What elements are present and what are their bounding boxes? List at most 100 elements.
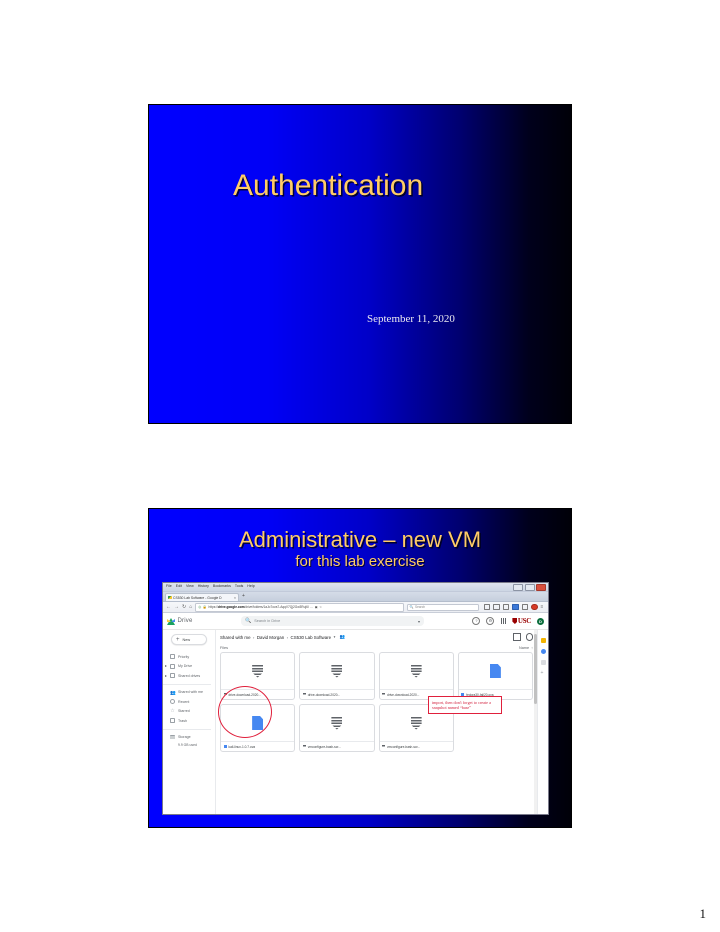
tab-cs530-lab-software[interactable]: CS530 Lab Software - Google D ×	[165, 593, 239, 601]
sidebar-item-shared-drives[interactable]: Shared drives	[163, 671, 215, 681]
window-controls	[513, 584, 546, 591]
minimize-button[interactable]	[513, 584, 523, 591]
menu-help[interactable]: Help	[247, 584, 254, 588]
file-name: vmconfigure-bash-scr...	[387, 744, 421, 749]
sidebar-item-recent[interactable]: Recent	[163, 697, 215, 707]
avatar[interactable]: D	[537, 617, 544, 625]
sidebar-item-my-drive[interactable]: My Drive	[163, 662, 215, 672]
drive-search-input[interactable]: 🔍 Search in Drive ▾	[241, 616, 424, 626]
tab-close-icon[interactable]: ×	[234, 596, 236, 600]
browser-menu-bar: File Edit View History Bookmarks Tools H…	[163, 583, 548, 592]
sidebar-item-shared-with-me[interactable]: 👥 Shared with me	[163, 688, 215, 698]
browser-tab-strip: CS530 Lab Software - Google D × +	[163, 592, 548, 602]
zip-file-icon	[382, 744, 385, 749]
home-icon[interactable]: ⌂	[189, 604, 192, 610]
back-icon[interactable]: ←	[166, 604, 171, 610]
file-name: drive-download-2020...	[228, 692, 261, 697]
sort-arrow-icon: ↑	[531, 646, 533, 650]
sidebar-divider	[163, 683, 211, 685]
menu-edit[interactable]: Edit	[176, 584, 182, 588]
reader-mode-icon[interactable]: ▣	[315, 605, 318, 609]
sync-icon[interactable]	[521, 603, 528, 611]
menu-bookmarks[interactable]: Bookmarks	[213, 584, 231, 588]
file-footer: kali-linux-1.0.7.ova	[221, 741, 295, 751]
bookmark-star-icon[interactable]: ☆	[319, 605, 322, 609]
files-label: Files	[220, 646, 229, 650]
chevron-down-icon[interactable]: ▾	[418, 619, 420, 624]
chevron-down-icon[interactable]: ▾	[334, 635, 336, 639]
library-icon[interactable]	[483, 603, 490, 611]
zip-file-icon	[302, 692, 306, 697]
sidebar-item-label: Shared drives	[178, 673, 201, 678]
browser-nav-bar: ← → ↻ ⌂ ◎ 🔒 https://drive.google.com/dri…	[163, 602, 548, 613]
help-icon[interactable]: ?	[472, 617, 481, 625]
file-name: drive-download-2020...	[387, 692, 420, 697]
scrollbar-thumb[interactable]	[534, 634, 537, 704]
star-icon: ☆	[170, 707, 175, 714]
reload-icon[interactable]: ↻	[182, 604, 186, 610]
hamburger-menu-icon[interactable]: ≡	[541, 604, 546, 610]
menu-view[interactable]: View	[186, 584, 194, 588]
vertical-scrollbar[interactable]	[534, 630, 537, 814]
menu-history[interactable]: History	[198, 584, 209, 588]
sidebar-item-starred[interactable]: ☆ Starred	[163, 707, 215, 717]
sort-label: Name	[518, 646, 530, 650]
breadcrumb-item-shared-with-me[interactable]: Shared with me	[220, 635, 251, 640]
trash-icon	[170, 718, 175, 724]
address-bar[interactable]: ◎ 🔒 https://drive.google.com/drive/folde…	[195, 602, 404, 612]
file-card[interactable]: drive-download-2020...	[220, 652, 296, 700]
sidebar-item-priority[interactable]: Priority	[163, 652, 215, 662]
add-app-icon[interactable]: +	[541, 671, 546, 676]
apps-grid-icon[interactable]	[500, 618, 507, 624]
contacts-icon[interactable]	[540, 660, 546, 665]
browser-search-bar[interactable]: 🔍 Search	[406, 603, 479, 611]
chevron-right-icon[interactable]	[164, 665, 167, 668]
ova-file-icon	[489, 664, 501, 678]
new-tab-icon[interactable]: +	[242, 594, 245, 599]
slide-1-title: Authentication	[233, 169, 424, 202]
maximize-button[interactable]	[524, 584, 535, 591]
pocket-icon[interactable]	[502, 603, 509, 611]
drive-logo[interactable]: Drive	[167, 617, 241, 625]
zip-file-icon	[382, 692, 385, 697]
breadcrumb-item-david-morgan[interactable]: David Morgan	[257, 635, 284, 640]
info-icon[interactable]	[525, 633, 533, 641]
file-card[interactable]: fedora30-fall20.ova	[457, 652, 533, 700]
grid-view-icon[interactable]	[513, 633, 521, 641]
menu-file[interactable]: File	[166, 584, 172, 588]
forward-icon[interactable]: →	[174, 604, 179, 610]
sidebar-item-trash[interactable]: Trash	[163, 716, 215, 726]
sidebar-icon[interactable]	[493, 603, 500, 611]
extension-blue-icon[interactable]	[512, 603, 519, 611]
slide-2-title: Administrative – new VM	[238, 527, 482, 552]
settings-gear-icon[interactable]: ⚙	[486, 617, 495, 625]
sort-control[interactable]: Name ↑	[519, 646, 533, 650]
file-thumbnail	[300, 653, 373, 689]
file-card[interactable]: kali-linux-1.0.7.ova	[220, 704, 296, 752]
zip-file-icon	[331, 716, 343, 730]
file-card[interactable]: drive-download-2020...	[378, 652, 454, 700]
file-name: drive-download-2020...	[307, 692, 341, 697]
keep-icon[interactable]	[540, 638, 546, 643]
file-name: kali-linux-1.0.7.ova	[228, 744, 256, 749]
sidebar-item-label: Priority	[178, 654, 190, 659]
file-thumbnail	[221, 653, 294, 689]
drive-app-header: Drive 🔍 Search in Drive ▾ ? ⚙ USC D	[163, 613, 548, 630]
new-button[interactable]: + New	[171, 634, 207, 645]
file-card[interactable]: drive-download-2020...	[299, 652, 375, 700]
lock-icon: 🔒	[202, 605, 207, 609]
tasks-icon[interactable]	[540, 649, 546, 654]
chevron-right-icon[interactable]	[164, 674, 167, 677]
close-button[interactable]	[536, 584, 546, 591]
storage-icon	[170, 734, 175, 740]
file-card[interactable]: vmconfigure-bash-scr...	[299, 704, 375, 752]
drive-search-placeholder: Search in Drive	[254, 619, 281, 623]
address-menu-icon[interactable]: …	[310, 605, 313, 609]
slide-1-date: September 11, 2020	[367, 313, 455, 325]
shared-drives-icon	[170, 673, 175, 679]
breadcrumb-item-cs530-lab-software[interactable]: CS530 Lab Software	[291, 635, 332, 640]
menu-tools[interactable]: Tools	[235, 584, 243, 588]
sidebar-item-label: Storage	[178, 735, 191, 740]
extension-red-icon[interactable]	[531, 603, 538, 611]
sidebar-item-storage[interactable]: Storage	[163, 733, 215, 743]
